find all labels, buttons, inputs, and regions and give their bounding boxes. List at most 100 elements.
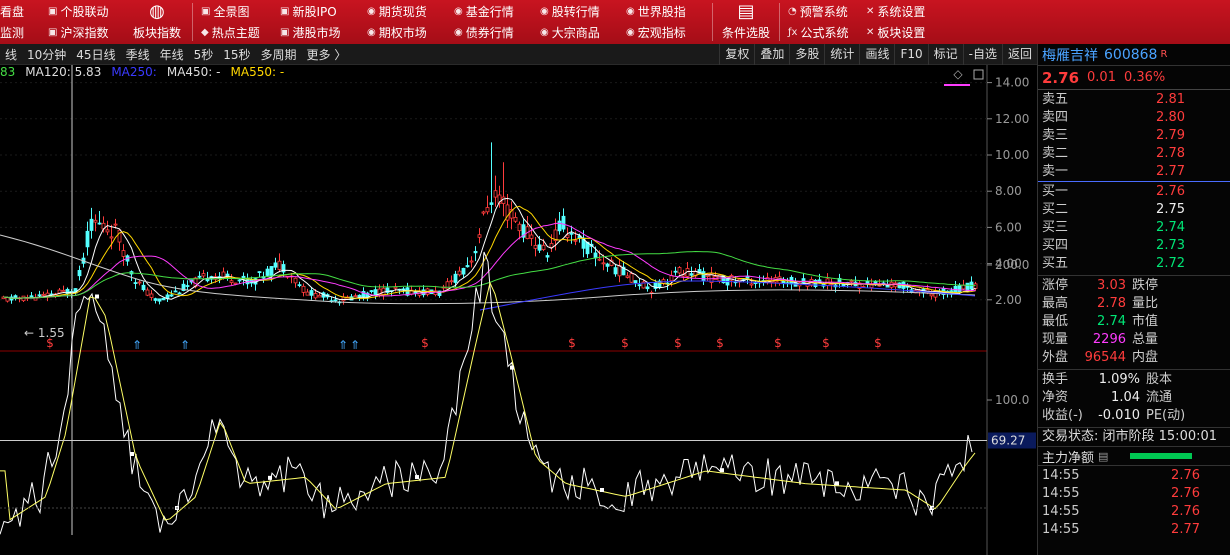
nav-macro[interactable]: ◉ 宏观指标: [626, 22, 712, 43]
candle-body: [169, 294, 174, 297]
nav-world-index[interactable]: ◉ 世界股指: [626, 1, 712, 22]
candle-body: [541, 244, 546, 251]
candle-body: [601, 262, 606, 265]
nav-label: 公式系统: [800, 26, 849, 40]
tick-price: 2.76: [1171, 504, 1200, 519]
circle-icon: ◉: [540, 6, 549, 17]
period-tab[interactable]: 季线: [121, 46, 155, 63]
f10-button[interactable]: F10: [894, 44, 927, 65]
nav-label: 板块设置: [877, 26, 926, 40]
nav-stock-screener[interactable]: ▤ 条件选股: [713, 0, 779, 44]
buy-marker: ⇑: [338, 338, 348, 352]
buy-marker: ⇑: [180, 338, 190, 352]
kline-chart[interactable]: 14.0012.0010.008.006.004.002.00200.0100.…: [0, 65, 1037, 555]
candle-body: [629, 273, 634, 283]
nav-hk-market[interactable]: ▣ 港股市场: [280, 22, 367, 43]
candle-body: [537, 244, 542, 251]
more-periods-button[interactable]: 更多 〉: [302, 46, 352, 63]
nav-label: 港股市场: [292, 26, 341, 40]
ask-row: 卖四 2.80: [1038, 109, 1230, 127]
stat-row: 最高 2.78 量比: [1038, 295, 1230, 313]
nav-futures-spot[interactable]: ◉ 期货现货: [367, 1, 454, 22]
nav-monitor[interactable]: 监测: [0, 22, 40, 43]
tick-row: 14:55 2.76: [1038, 467, 1230, 485]
nav-label: 沪深指数: [60, 26, 109, 40]
candle-body: [485, 207, 490, 213]
window-icon: [973, 69, 984, 80]
nav-watch[interactable]: 看盘: [0, 1, 40, 22]
candle-body: [445, 281, 450, 290]
nav-fund[interactable]: ◉ 基金行情: [454, 1, 540, 22]
stats-button[interactable]: 统计: [824, 44, 859, 65]
main-flow-row[interactable]: 主力净额 ▤: [1038, 447, 1230, 466]
period-tab[interactable]: 5秒: [189, 46, 219, 63]
signal-marker: $: [421, 336, 429, 350]
stat-label: 外盘: [1042, 350, 1069, 365]
candle-body: [305, 291, 310, 296]
draw-line-button[interactable]: 画线: [859, 44, 894, 65]
tools-icon: ✕: [866, 27, 875, 38]
stat-label: 总量: [1132, 332, 1159, 347]
candle-body: [277, 260, 282, 270]
candle-body: [269, 266, 274, 276]
adjust-button[interactable]: 复权: [719, 44, 754, 65]
candle-body: [465, 265, 470, 268]
candle-body: [513, 216, 518, 222]
window-icon: ▣: [280, 27, 290, 38]
nav-bond[interactable]: ◉ 债券行情: [454, 22, 540, 43]
stat-value: 2296: [1092, 332, 1126, 347]
price-tick-label: 14.00: [995, 76, 1029, 90]
candle-body: [605, 263, 610, 267]
nav-options[interactable]: ◉ 期权市场: [367, 22, 454, 43]
multi-stock-button[interactable]: 多股: [789, 44, 824, 65]
candle-body: [173, 290, 178, 293]
nav-formula-system[interactable]: ƒx 公式系统: [788, 22, 866, 43]
candle-body: [613, 267, 618, 275]
back-button[interactable]: 返回: [1001, 44, 1037, 65]
period-tab[interactable]: 10分钟: [22, 46, 71, 63]
ma-value: MA250:: [111, 65, 157, 79]
period-tab[interactable]: 多周期: [256, 46, 302, 63]
nav-neeq[interactable]: ◉ 股转行情: [540, 1, 626, 22]
ask-label: 卖一: [1042, 164, 1069, 179]
stat-label: 换手: [1042, 372, 1069, 387]
period-tab[interactable]: 15秒: [218, 46, 255, 63]
candle-body: [313, 293, 318, 299]
ask-price: 2.77: [1156, 164, 1185, 179]
nav-system-settings[interactable]: ✕ 系统设置: [866, 1, 946, 22]
stat-value: 1.04: [1111, 390, 1140, 405]
candle-body: [5, 297, 10, 302]
signal-marker: $: [46, 336, 54, 350]
nav-label: 大宗商品: [551, 26, 600, 40]
nav-board-index[interactable]: ◍ 板块指数: [122, 0, 192, 44]
margin-badge: R: [1160, 49, 1168, 60]
buy-marker: ⇑: [132, 338, 142, 352]
candle-body: [177, 292, 182, 295]
nav-commodities[interactable]: ◉ 大宗商品: [540, 22, 626, 43]
overlay-button[interactable]: 叠加: [754, 44, 789, 65]
tick-row: 14:55 2.76: [1038, 485, 1230, 503]
stat-value: 3.03: [1097, 278, 1126, 293]
candle-body: [57, 289, 62, 294]
bid-label: 买二: [1042, 202, 1069, 217]
candle-body: [109, 236, 114, 239]
nav-alert-system[interactable]: ◔ 预警系统: [788, 1, 866, 22]
document-icon: ▤: [737, 1, 755, 22]
remove-watchlist-button[interactable]: -自选: [962, 44, 1002, 65]
period-tab[interactable]: 年线: [155, 46, 189, 63]
flame-icon: ◆: [201, 27, 209, 38]
nav-stock-link[interactable]: ▣ 个股联动: [48, 1, 122, 22]
nav-new-ipo[interactable]: ▣ 新股IPO: [280, 1, 367, 22]
period-tab[interactable]: 线: [0, 46, 22, 63]
mark-button[interactable]: 标记: [927, 44, 963, 65]
nav-sh-sz-index[interactable]: ▣ 沪深指数: [48, 22, 122, 43]
candle-body: [481, 211, 486, 214]
nav-hot-topics[interactable]: ◆ 热点主题: [201, 22, 280, 43]
circle-icon: ◉: [626, 27, 635, 38]
nav-board-settings[interactable]: ✕ 板块设置: [866, 22, 946, 43]
tick-row: 14:55 2.76: [1038, 503, 1230, 521]
nav-panorama[interactable]: ▣ 全景图: [201, 1, 280, 22]
ma-value: MA120: 5.83: [25, 65, 102, 79]
period-tab[interactable]: 45日线: [71, 46, 120, 63]
period-tabs: 线 10分钟 45日线 季线 年线 5秒 15秒 多周期 更多 〉: [0, 46, 351, 63]
